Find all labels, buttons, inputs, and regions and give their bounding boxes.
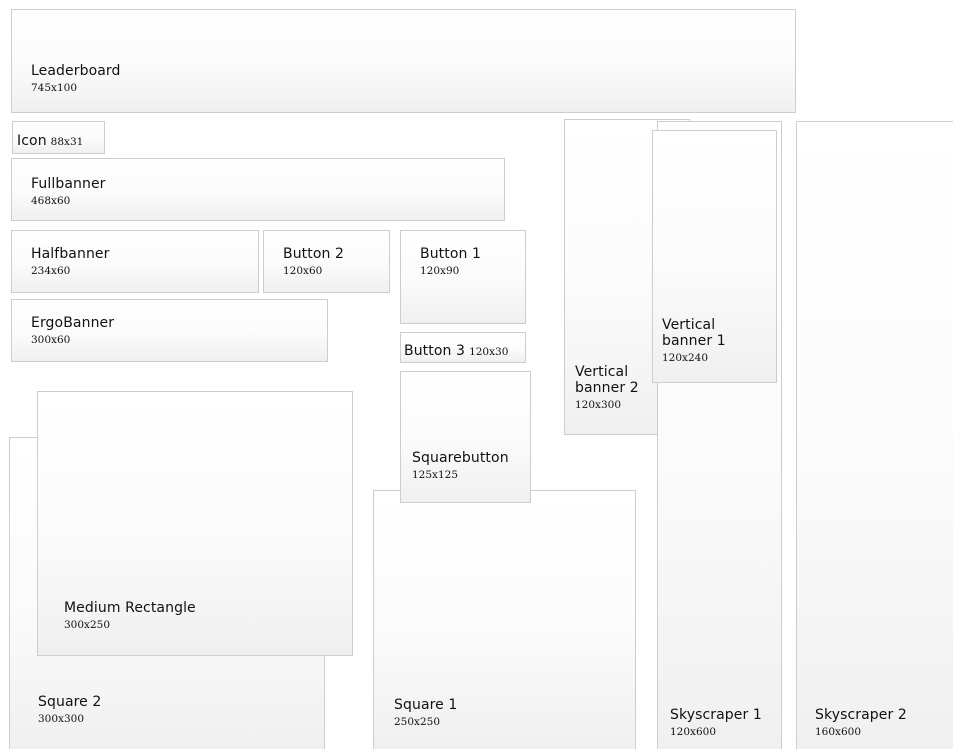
skyscraper1-size: 120x600	[670, 726, 717, 738]
square1-label: Square 1	[394, 697, 458, 713]
fullbanner-size: 468x60	[31, 195, 71, 207]
leaderboard-box: Leaderboard 745x100	[11, 9, 796, 113]
squarebutton-size: 125x125	[412, 469, 459, 481]
medium-rectangle-size: 300x250	[64, 619, 111, 631]
ergobanner-size: 300x60	[31, 334, 71, 346]
ergobanner-label: ErgoBanner	[31, 315, 115, 331]
vertical-banner-1-size: 120x240	[662, 352, 709, 364]
square2-size: 300x300	[38, 713, 85, 725]
fullbanner-label: Fullbanner	[31, 176, 106, 192]
button1-label: Button 1	[420, 246, 482, 262]
vertical-banner-1-label-line2: banner 1	[662, 333, 726, 349]
vertical-banner-1-label-line1: Vertical	[662, 317, 716, 333]
vertical-banner-1-box: Vertical banner 1 120x240	[652, 130, 777, 383]
squarebutton-label: Squarebutton	[412, 450, 509, 466]
icon-size: 88x31	[50, 136, 84, 148]
skyscraper2-box: Skyscraper 2 160x600	[796, 121, 953, 749]
skyscraper2-label: Skyscraper 2	[815, 707, 907, 723]
button2-label: Button 2	[283, 246, 345, 262]
button2-size: 120x60	[283, 265, 323, 277]
halfbanner-size: 234x60	[31, 265, 71, 277]
button3-box: Button 3 120x30	[400, 332, 526, 363]
square1-box: Square 1 250x250	[373, 490, 636, 749]
button2-box: Button 2 120x60	[263, 230, 390, 293]
skyscraper1-label: Skyscraper 1	[670, 707, 762, 723]
skyscraper2-size: 160x600	[815, 726, 862, 738]
halfbanner-label: Halfbanner	[31, 246, 110, 262]
button1-box: Button 1 120x90	[400, 230, 526, 324]
fullbanner-box: Fullbanner 468x60	[11, 158, 505, 221]
leaderboard-label: Leaderboard	[31, 63, 121, 79]
button3-size: 120x30	[469, 346, 509, 358]
button3-label: Button 3	[404, 343, 466, 359]
leaderboard-size: 745x100	[31, 82, 78, 94]
ergobanner-box: ErgoBanner 300x60	[11, 299, 328, 362]
square1-size: 250x250	[394, 716, 441, 728]
halfbanner-box: Halfbanner 234x60	[11, 230, 259, 293]
icon-box: Icon 88x31	[12, 121, 105, 154]
square2-label: Square 2	[38, 694, 102, 710]
medium-rectangle-box: Medium Rectangle 300x250	[37, 391, 353, 656]
icon-label: Icon	[17, 133, 47, 149]
button1-size: 120x90	[420, 265, 460, 277]
medium-rectangle-label: Medium Rectangle	[64, 600, 196, 616]
squarebutton-box: Squarebutton 125x125	[400, 371, 531, 503]
